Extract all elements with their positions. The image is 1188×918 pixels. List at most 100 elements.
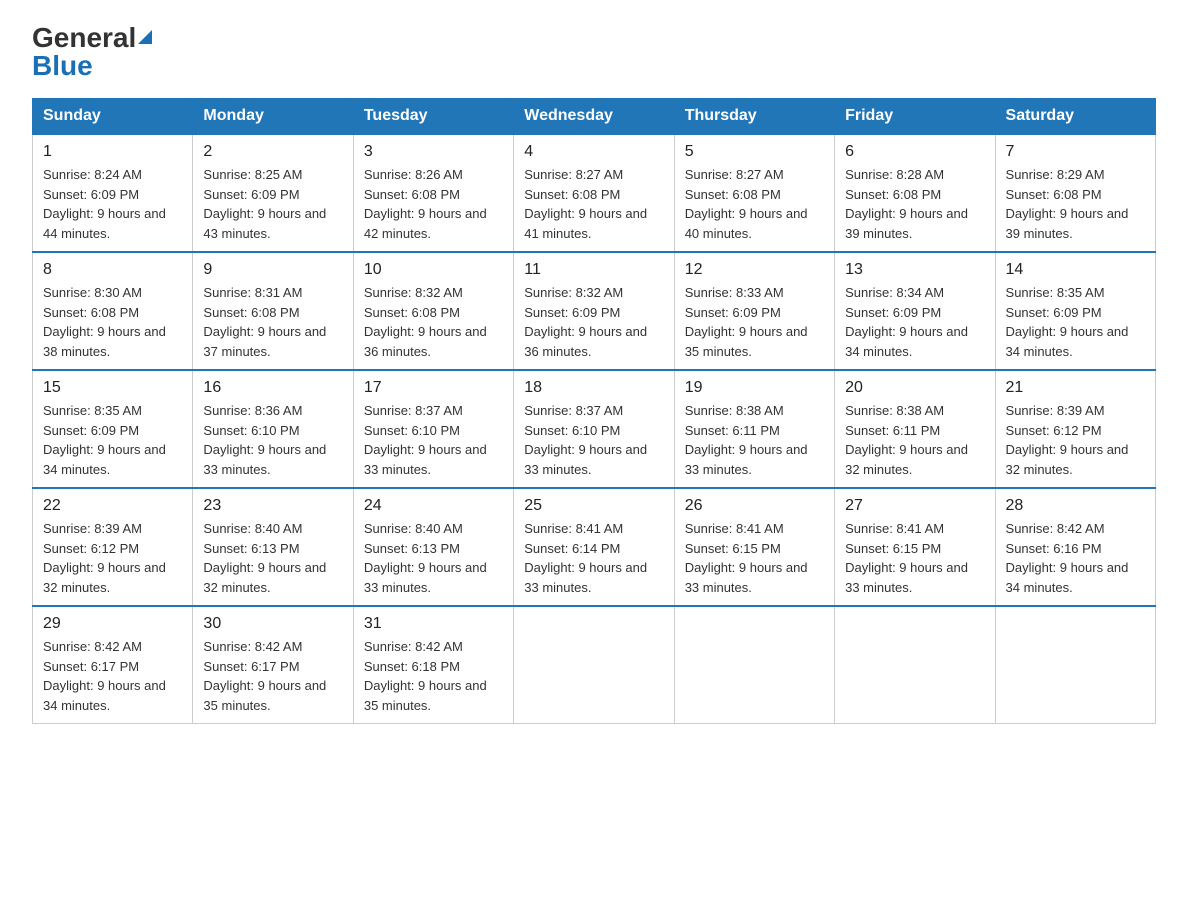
day-info: Sunrise: 8:38 AMSunset: 6:11 PMDaylight:…	[845, 403, 968, 477]
day-number: 2	[203, 143, 342, 161]
day-info: Sunrise: 8:42 AMSunset: 6:18 PMDaylight:…	[364, 639, 487, 713]
day-info: Sunrise: 8:38 AMSunset: 6:11 PMDaylight:…	[685, 403, 808, 477]
day-info: Sunrise: 8:37 AMSunset: 6:10 PMDaylight:…	[364, 403, 487, 477]
calendar-cell: 22 Sunrise: 8:39 AMSunset: 6:12 PMDaylig…	[33, 488, 193, 606]
calendar-cell: 1 Sunrise: 8:24 AMSunset: 6:09 PMDayligh…	[33, 134, 193, 252]
day-number: 7	[1006, 143, 1145, 161]
day-number: 26	[685, 497, 824, 515]
day-info: Sunrise: 8:32 AMSunset: 6:08 PMDaylight:…	[364, 285, 487, 359]
day-info: Sunrise: 8:29 AMSunset: 6:08 PMDaylight:…	[1006, 167, 1129, 241]
day-number: 8	[43, 261, 182, 279]
day-number: 3	[364, 143, 503, 161]
logo: General Blue	[32, 24, 152, 80]
logo-blue-text: Blue	[32, 50, 93, 81]
calendar-cell: 29 Sunrise: 8:42 AMSunset: 6:17 PMDaylig…	[33, 606, 193, 724]
calendar-cell: 21 Sunrise: 8:39 AMSunset: 6:12 PMDaylig…	[995, 370, 1155, 488]
day-info: Sunrise: 8:41 AMSunset: 6:15 PMDaylight:…	[845, 521, 968, 595]
day-info: Sunrise: 8:41 AMSunset: 6:14 PMDaylight:…	[524, 521, 647, 595]
day-info: Sunrise: 8:26 AMSunset: 6:08 PMDaylight:…	[364, 167, 487, 241]
day-info: Sunrise: 8:41 AMSunset: 6:15 PMDaylight:…	[685, 521, 808, 595]
calendar-week-row: 15 Sunrise: 8:35 AMSunset: 6:09 PMDaylig…	[33, 370, 1156, 488]
day-number: 18	[524, 379, 663, 397]
day-number: 24	[364, 497, 503, 515]
day-info: Sunrise: 8:32 AMSunset: 6:09 PMDaylight:…	[524, 285, 647, 359]
day-number: 13	[845, 261, 984, 279]
day-info: Sunrise: 8:42 AMSunset: 6:17 PMDaylight:…	[43, 639, 166, 713]
calendar-body: 1 Sunrise: 8:24 AMSunset: 6:09 PMDayligh…	[33, 134, 1156, 724]
day-number: 22	[43, 497, 182, 515]
calendar-cell: 7 Sunrise: 8:29 AMSunset: 6:08 PMDayligh…	[995, 134, 1155, 252]
day-number: 28	[1006, 497, 1145, 515]
logo-triangle-icon	[138, 30, 152, 44]
day-number: 16	[203, 379, 342, 397]
day-info: Sunrise: 8:33 AMSunset: 6:09 PMDaylight:…	[685, 285, 808, 359]
day-info: Sunrise: 8:39 AMSunset: 6:12 PMDaylight:…	[1006, 403, 1129, 477]
day-number: 29	[43, 615, 182, 633]
weekday-header-wednesday: Wednesday	[514, 99, 674, 135]
calendar-cell: 8 Sunrise: 8:30 AMSunset: 6:08 PMDayligh…	[33, 252, 193, 370]
calendar-cell: 20 Sunrise: 8:38 AMSunset: 6:11 PMDaylig…	[835, 370, 995, 488]
day-info: Sunrise: 8:39 AMSunset: 6:12 PMDaylight:…	[43, 521, 166, 595]
day-info: Sunrise: 8:28 AMSunset: 6:08 PMDaylight:…	[845, 167, 968, 241]
day-info: Sunrise: 8:30 AMSunset: 6:08 PMDaylight:…	[43, 285, 166, 359]
day-info: Sunrise: 8:31 AMSunset: 6:08 PMDaylight:…	[203, 285, 326, 359]
day-info: Sunrise: 8:37 AMSunset: 6:10 PMDaylight:…	[524, 403, 647, 477]
day-number: 30	[203, 615, 342, 633]
calendar-table: SundayMondayTuesdayWednesdayThursdayFrid…	[32, 98, 1156, 724]
day-number: 5	[685, 143, 824, 161]
calendar-cell: 23 Sunrise: 8:40 AMSunset: 6:13 PMDaylig…	[193, 488, 353, 606]
calendar-cell: 30 Sunrise: 8:42 AMSunset: 6:17 PMDaylig…	[193, 606, 353, 724]
day-number: 4	[524, 143, 663, 161]
day-info: Sunrise: 8:27 AMSunset: 6:08 PMDaylight:…	[685, 167, 808, 241]
calendar-cell: 27 Sunrise: 8:41 AMSunset: 6:15 PMDaylig…	[835, 488, 995, 606]
calendar-cell	[514, 606, 674, 724]
day-number: 10	[364, 261, 503, 279]
day-number: 21	[1006, 379, 1145, 397]
weekday-header-tuesday: Tuesday	[353, 99, 513, 135]
weekday-header-friday: Friday	[835, 99, 995, 135]
logo-general-text: General	[32, 24, 136, 52]
calendar-cell: 10 Sunrise: 8:32 AMSunset: 6:08 PMDaylig…	[353, 252, 513, 370]
day-info: Sunrise: 8:35 AMSunset: 6:09 PMDaylight:…	[43, 403, 166, 477]
calendar-cell: 17 Sunrise: 8:37 AMSunset: 6:10 PMDaylig…	[353, 370, 513, 488]
page-header: General Blue	[32, 24, 1156, 80]
day-number: 1	[43, 143, 182, 161]
calendar-cell: 3 Sunrise: 8:26 AMSunset: 6:08 PMDayligh…	[353, 134, 513, 252]
day-number: 15	[43, 379, 182, 397]
day-number: 12	[685, 261, 824, 279]
calendar-cell: 19 Sunrise: 8:38 AMSunset: 6:11 PMDaylig…	[674, 370, 834, 488]
day-info: Sunrise: 8:40 AMSunset: 6:13 PMDaylight:…	[364, 521, 487, 595]
day-info: Sunrise: 8:34 AMSunset: 6:09 PMDaylight:…	[845, 285, 968, 359]
weekday-header-row: SundayMondayTuesdayWednesdayThursdayFrid…	[33, 99, 1156, 135]
day-number: 17	[364, 379, 503, 397]
day-info: Sunrise: 8:27 AMSunset: 6:08 PMDaylight:…	[524, 167, 647, 241]
day-number: 11	[524, 261, 663, 279]
calendar-cell: 24 Sunrise: 8:40 AMSunset: 6:13 PMDaylig…	[353, 488, 513, 606]
weekday-header-saturday: Saturday	[995, 99, 1155, 135]
weekday-header-monday: Monday	[193, 99, 353, 135]
calendar-cell: 9 Sunrise: 8:31 AMSunset: 6:08 PMDayligh…	[193, 252, 353, 370]
day-number: 27	[845, 497, 984, 515]
calendar-cell	[674, 606, 834, 724]
calendar-cell: 26 Sunrise: 8:41 AMSunset: 6:15 PMDaylig…	[674, 488, 834, 606]
day-info: Sunrise: 8:35 AMSunset: 6:09 PMDaylight:…	[1006, 285, 1129, 359]
day-number: 20	[845, 379, 984, 397]
calendar-cell: 12 Sunrise: 8:33 AMSunset: 6:09 PMDaylig…	[674, 252, 834, 370]
calendar-cell	[995, 606, 1155, 724]
day-number: 25	[524, 497, 663, 515]
day-info: Sunrise: 8:24 AMSunset: 6:09 PMDaylight:…	[43, 167, 166, 241]
calendar-week-row: 8 Sunrise: 8:30 AMSunset: 6:08 PMDayligh…	[33, 252, 1156, 370]
day-number: 23	[203, 497, 342, 515]
calendar-week-row: 1 Sunrise: 8:24 AMSunset: 6:09 PMDayligh…	[33, 134, 1156, 252]
calendar-cell: 11 Sunrise: 8:32 AMSunset: 6:09 PMDaylig…	[514, 252, 674, 370]
calendar-cell: 14 Sunrise: 8:35 AMSunset: 6:09 PMDaylig…	[995, 252, 1155, 370]
day-info: Sunrise: 8:40 AMSunset: 6:13 PMDaylight:…	[203, 521, 326, 595]
calendar-cell: 2 Sunrise: 8:25 AMSunset: 6:09 PMDayligh…	[193, 134, 353, 252]
calendar-cell: 16 Sunrise: 8:36 AMSunset: 6:10 PMDaylig…	[193, 370, 353, 488]
calendar-cell: 4 Sunrise: 8:27 AMSunset: 6:08 PMDayligh…	[514, 134, 674, 252]
day-number: 31	[364, 615, 503, 633]
day-info: Sunrise: 8:42 AMSunset: 6:17 PMDaylight:…	[203, 639, 326, 713]
calendar-cell: 5 Sunrise: 8:27 AMSunset: 6:08 PMDayligh…	[674, 134, 834, 252]
calendar-cell: 28 Sunrise: 8:42 AMSunset: 6:16 PMDaylig…	[995, 488, 1155, 606]
day-info: Sunrise: 8:36 AMSunset: 6:10 PMDaylight:…	[203, 403, 326, 477]
